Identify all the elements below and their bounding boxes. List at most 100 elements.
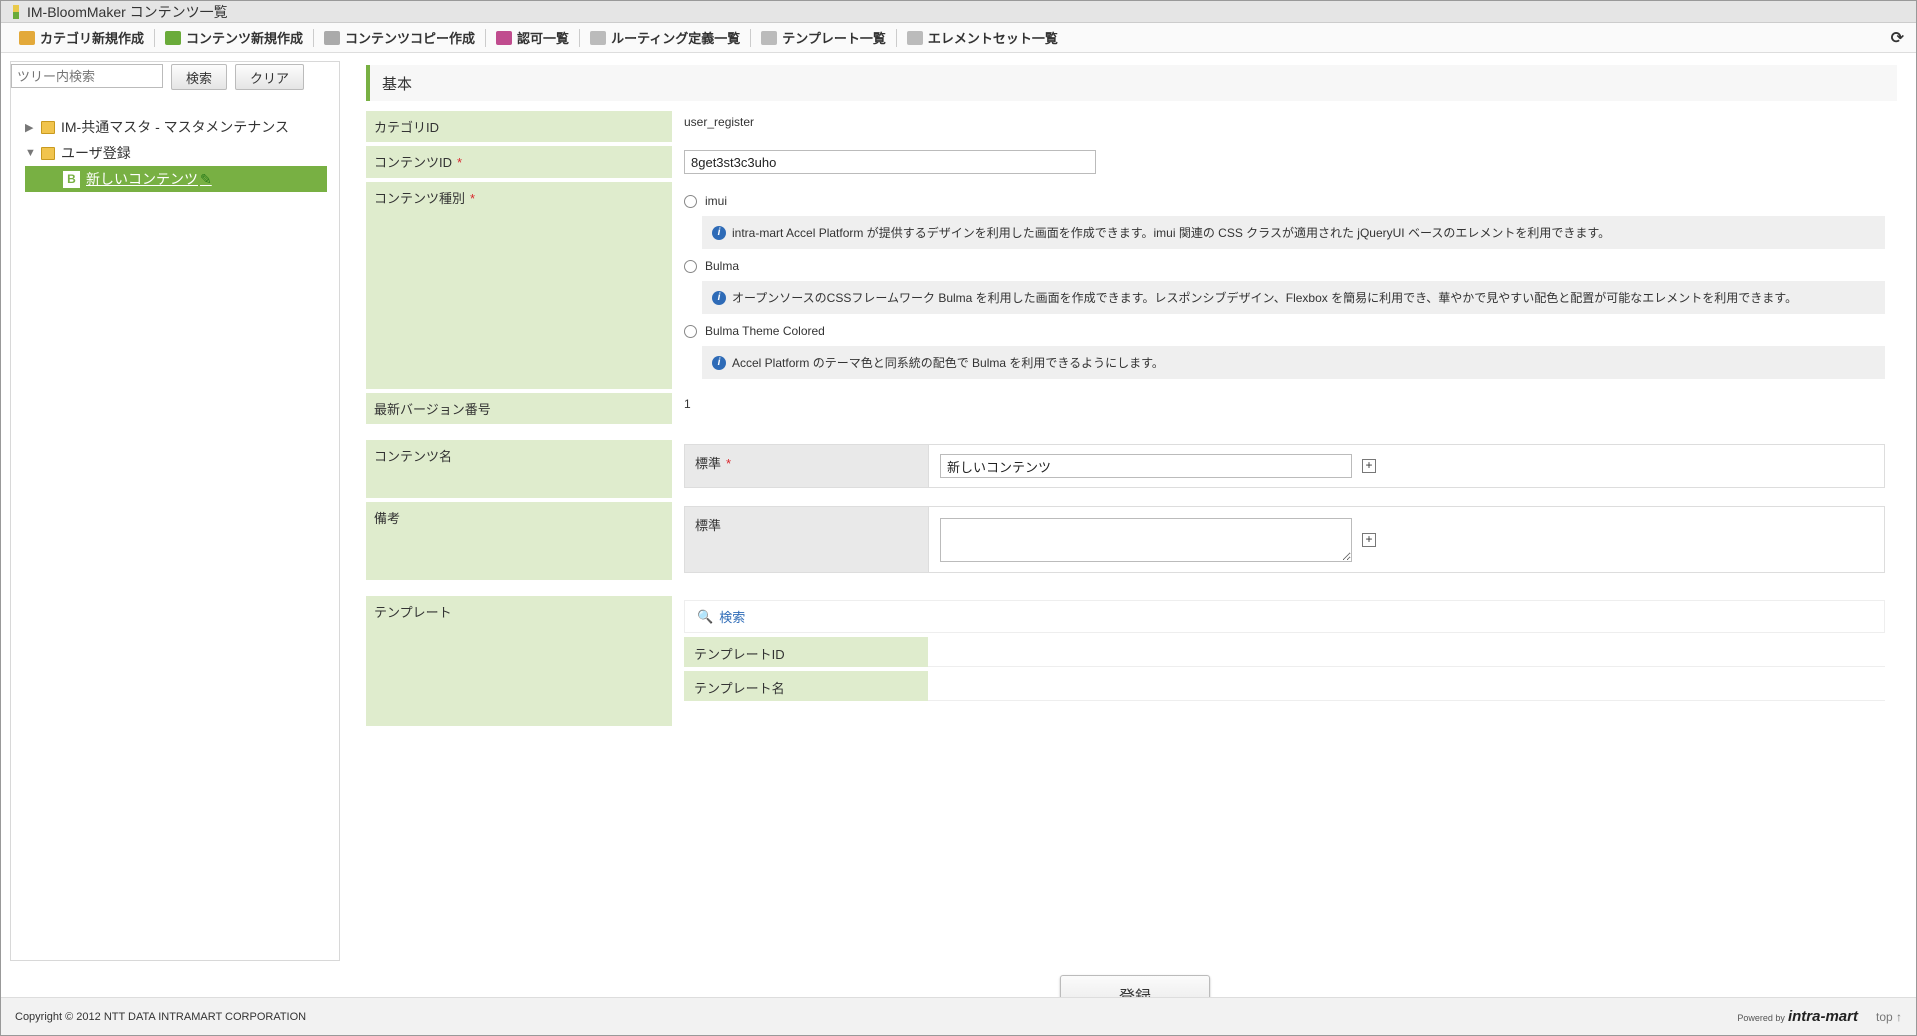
toolbar-routing-list[interactable]: ルーティング定義一覧: [580, 23, 750, 53]
window-titlebar: IM-BloomMaker コンテンツ一覧: [1, 1, 1916, 23]
window-title: IM-BloomMaker コンテンツ一覧: [27, 3, 228, 20]
template-search-link[interactable]: 🔍 検索: [684, 600, 1885, 633]
list-icon: [906, 30, 923, 45]
template-name-label: テンプレート名: [684, 671, 928, 701]
info-box: i オープンソースのCSSフレームワーク Bulma を利用した画面を作成できま…: [702, 281, 1885, 314]
toolbar-template-list[interactable]: テンプレート一覧: [751, 23, 896, 53]
radio-label: Bulma Theme Colored: [705, 324, 825, 338]
tree-clear-button[interactable]: クリア: [235, 64, 305, 90]
tree-node-label: 新しいコンテンツ: [86, 171, 198, 187]
template-form-table: テンプレート 🔍 検索 テンプレートID テンプレート名: [366, 592, 1897, 730]
radio-button[interactable]: [684, 259, 697, 273]
content-type-label: コンテンツ種別 *: [366, 182, 672, 389]
category-tree: ▶ IM-共通マスタ - マスタメンテナンス ▼ ユーザ登録 B 新しいコンテン…: [25, 114, 327, 192]
expand-arrow-icon[interactable]: ▶: [25, 121, 41, 134]
tree-search-bar: 検索 クリア: [11, 60, 305, 90]
required-mark: *: [470, 191, 476, 206]
intramart-logo: intra-mart: [1787, 1008, 1858, 1025]
toolbar-authorization-list[interactable]: 認可一覧: [486, 23, 579, 53]
toolbar: カテゴリ新規作成 コンテンツ新規作成 コンテンツコピー作成 認可一覧 ルーティン…: [1, 23, 1916, 53]
info-box: i Accel Platform のテーマ色と同系統の配色で Bulma を利用…: [702, 346, 1885, 379]
category-id-label: カテゴリID: [366, 111, 672, 142]
toolbar-item-label: コンテンツコピー作成: [345, 31, 476, 46]
powered-by-logo: Powered by intra-mart: [1737, 1008, 1858, 1025]
app-icon: [13, 4, 19, 19]
scroll-top-link[interactable]: top ↑: [1876, 1010, 1902, 1024]
basic-form-table: カテゴリID user_register コンテンツID * コンテンツ種別 * i…: [366, 107, 1897, 428]
toolbar-item-label: コンテンツ新規作成: [186, 31, 304, 46]
bloommaker-content-icon: B: [63, 170, 80, 188]
latest-version-value: 1: [684, 397, 691, 411]
latest-version-label: 最新バージョン番号: [366, 393, 672, 424]
copyright-text: Copyright © 2012 NTT DATA INTRAMART CORP…: [15, 1010, 307, 1023]
toolbar-create-content[interactable]: コンテンツ新規作成: [155, 23, 313, 53]
content-id-input[interactable]: [684, 150, 1096, 174]
template-id-row: テンプレートID: [684, 637, 1885, 667]
authorization-icon: [496, 30, 513, 45]
locale-label: 標準: [684, 506, 929, 573]
content-name-label: コンテンツ名: [366, 440, 672, 498]
content-id-label: コンテンツID *: [366, 146, 672, 178]
name-form-table: コンテンツ名 標準 * + 備考: [366, 436, 1897, 584]
template-name-value: [928, 671, 1885, 701]
remarks-label: 備考: [366, 502, 672, 580]
add-locale-icon[interactable]: +: [1362, 459, 1376, 473]
template-id-label: テンプレートID: [684, 637, 928, 667]
refresh-icon[interactable]: ⟳: [1891, 28, 1904, 48]
folder-add-icon: [19, 30, 35, 45]
template-id-value: [928, 637, 1885, 667]
footer: Copyright © 2012 NTT DATA INTRAMART CORP…: [1, 997, 1916, 1035]
content-type-option[interactable]: Bulma: [684, 255, 1885, 277]
info-text: Accel Platform のテーマ色と同系統の配色で Bulma を利用でき…: [732, 356, 1164, 370]
radio-button[interactable]: [684, 194, 697, 208]
radio-button[interactable]: [684, 324, 697, 338]
content-type-option[interactable]: imui: [684, 190, 1885, 212]
tree-search-input[interactable]: [11, 64, 163, 88]
content-id-label-text: コンテンツID: [374, 155, 453, 170]
radio-label: imui: [705, 194, 728, 208]
radio-label: Bulma: [705, 259, 740, 273]
content-form: 基本 カテゴリID user_register コンテンツID * コンテンツ種別…: [366, 65, 1897, 730]
folder-icon: [41, 146, 55, 160]
info-icon: i: [712, 290, 726, 305]
edit-pencil-icon: ✎: [200, 170, 212, 187]
powered-by-text: Powered by: [1737, 1013, 1785, 1023]
content-type-label-text: コンテンツ種別: [374, 191, 466, 206]
toolbar-item-label: 認可一覧: [517, 31, 570, 46]
category-id-value: user_register: [684, 115, 755, 129]
info-icon: i: [712, 355, 726, 370]
toolbar-item-label: カテゴリ新規作成: [40, 31, 145, 46]
remarks-locale-table: 標準 +: [684, 506, 1885, 573]
tree-panel: 検索 クリア ▶ IM-共通マスタ - マスタメンテナンス ▼ ユーザ登録 B …: [10, 61, 340, 961]
tree-node[interactable]: ▶ IM-共通マスタ - マスタメンテナンス: [25, 114, 327, 140]
tree-search-button[interactable]: 検索: [171, 64, 228, 90]
tree-node-label: IM-共通マスタ - マスタメンテナンス: [61, 119, 289, 135]
info-text: オープンソースのCSSフレームワーク Bulma を利用した画面を作成できます。…: [732, 291, 1798, 305]
content-type-option[interactable]: Bulma Theme Colored: [684, 320, 1885, 342]
info-icon: i: [712, 225, 726, 240]
toolbar-item-label: ルーティング定義一覧: [611, 31, 741, 46]
template-label: テンプレート: [366, 596, 672, 726]
tree-node-selected[interactable]: B 新しいコンテンツ ✎: [25, 166, 327, 192]
tree-node-label: ユーザ登録: [61, 145, 131, 161]
list-icon: [590, 30, 607, 45]
footer-right: Powered by intra-mart top ↑: [1737, 1008, 1902, 1025]
content-name-input[interactable]: [940, 454, 1352, 478]
toolbar-copy-content[interactable]: コンテンツコピー作成: [314, 23, 485, 53]
add-locale-icon[interactable]: +: [1362, 532, 1376, 547]
template-name-row: テンプレート名: [684, 671, 1885, 701]
folder-icon: [41, 120, 55, 134]
content-name-locale-table: 標準 * +: [684, 444, 1885, 488]
search-icon: 🔍: [697, 608, 714, 624]
toolbar-elementset-list[interactable]: エレメントセット一覧: [897, 23, 1068, 53]
toolbar-create-category[interactable]: カテゴリ新規作成: [9, 23, 154, 53]
section-title: 基本: [366, 65, 1897, 101]
tree-node[interactable]: ▼ ユーザ登録: [25, 140, 327, 166]
info-text: intra-mart Accel Platform が提供するデザインを利用した…: [732, 226, 1611, 240]
required-mark: *: [726, 456, 732, 471]
collapse-arrow-icon[interactable]: ▼: [25, 147, 41, 159]
main-area: 検索 クリア ▶ IM-共通マスタ - マスタメンテナンス ▼ ユーザ登録 B …: [1, 55, 1916, 1015]
list-icon: [761, 30, 778, 45]
content-type-options: imui i intra-mart Accel Platform が提供するデザ…: [672, 182, 1897, 389]
remarks-textarea[interactable]: [940, 517, 1352, 562]
